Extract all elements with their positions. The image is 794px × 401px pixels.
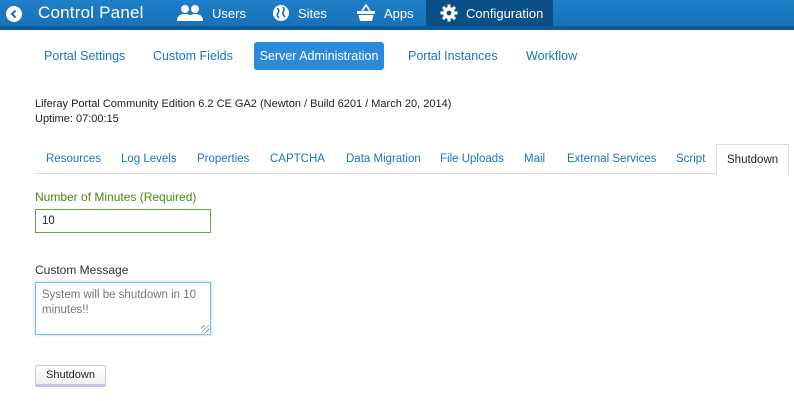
tab-file-uploads[interactable]: File Uploads [440,144,504,174]
resize-grip-icon[interactable] [201,325,209,333]
control-panel-title[interactable]: Control Panel [38,3,144,23]
tab-log-levels[interactable]: Log Levels [121,144,177,174]
nav-users-label: Users [212,5,246,21]
minutes-label: Number of Minutes (Required) [35,190,197,204]
globe-icon [272,4,290,22]
uptime: Uptime: 07:00:15 [35,113,119,125]
nav-apps-label: Apps [384,5,414,21]
tab-resources[interactable]: Resources [46,144,101,174]
back-button[interactable] [6,6,22,22]
subtab-workflow[interactable]: Workflow [518,42,585,70]
nav-users[interactable]: Users [176,0,246,26]
nav-sites[interactable]: Sites [272,0,327,26]
nav-sites-label: Sites [298,5,327,21]
gear-icon [440,4,458,22]
users-icon [176,4,204,22]
tab-properties[interactable]: Properties [197,144,249,174]
portal-version: Liferay Portal Community Edition 6.2 CE … [35,98,452,110]
subtab-custom-fields[interactable]: Custom Fields [145,42,241,70]
tab-data-migration[interactable]: Data Migration [346,144,421,174]
subtab-portal-settings[interactable]: Portal Settings [36,42,133,70]
server-admin-tabs: Resources Log Levels Properties CAPTCHA … [35,144,790,175]
tab-captcha[interactable]: CAPTCHA [270,144,325,174]
nav-configuration-label: Configuration [466,5,544,21]
server-info: Liferay Portal Community Edition 6.2 CE … [35,97,451,127]
custom-message-textarea[interactable] [35,282,211,335]
subtab-server-administration[interactable]: Server Administration [254,42,384,70]
minutes-input[interactable] [35,209,211,233]
tab-external-services[interactable]: External Services [567,144,656,174]
top-navigation-bar: Control Panel Users Sites Apps Configura… [0,0,794,30]
subtab-portal-instances[interactable]: Portal Instances [400,42,506,70]
topbar-accent-line [0,26,794,30]
tab-shutdown[interactable]: Shutdown [716,144,790,175]
nav-apps[interactable]: Apps [356,0,414,26]
tab-script[interactable]: Script [676,144,705,174]
basket-icon [356,4,376,22]
shutdown-button[interactable]: Shutdown [35,365,106,387]
custom-message-label: Custom Message [35,263,129,277]
nav-configuration[interactable]: Configuration [426,0,553,26]
tab-mail[interactable]: Mail [524,144,545,174]
chevron-left-icon [10,9,17,19]
